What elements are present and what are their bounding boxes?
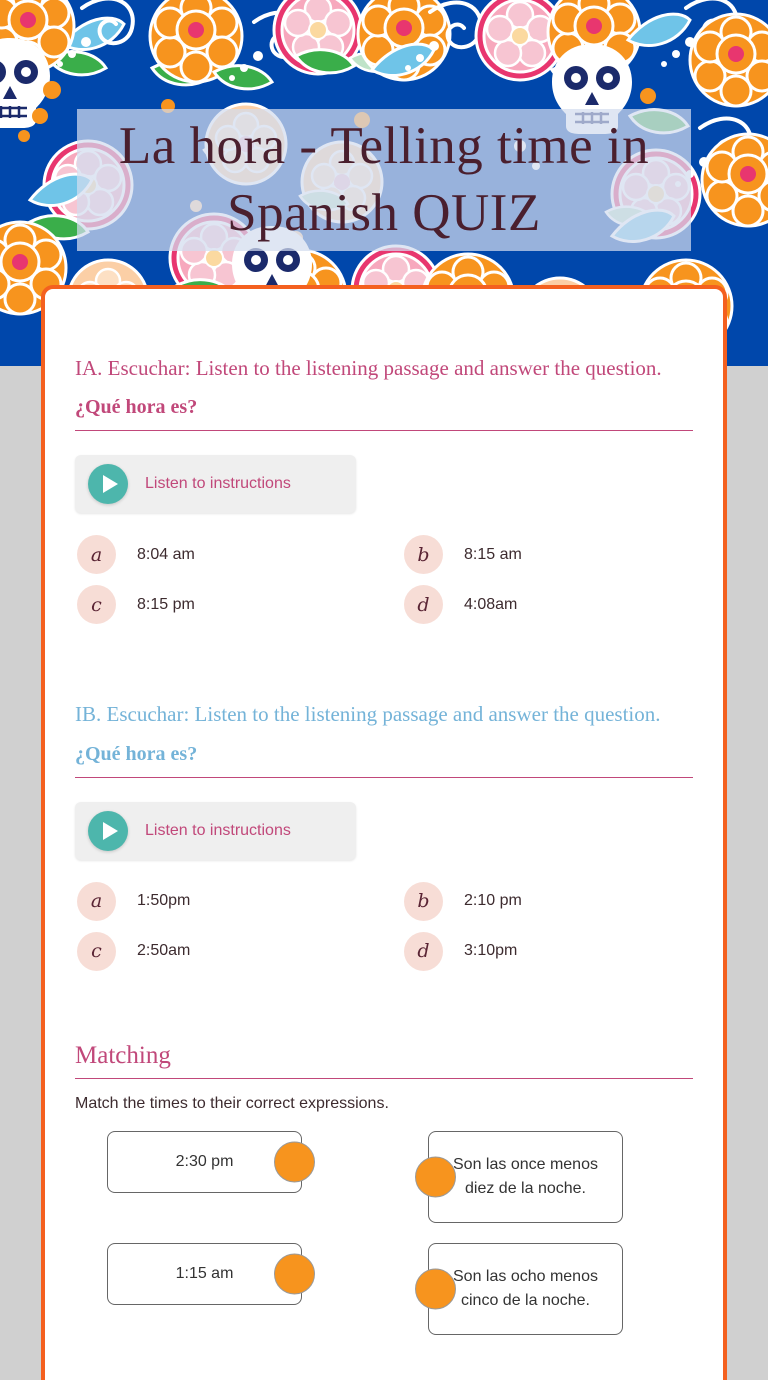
option-text: 8:04 am — [137, 545, 195, 563]
answer-option[interactable]: a 8:04 am — [77, 535, 366, 575]
listen-to-instructions-button-ib[interactable]: Listen to instructions — [75, 801, 356, 860]
option-text: 4:08am — [464, 595, 518, 613]
quiz-page: La hora - Telling time in Spanish QUIZ I… — [0, 0, 768, 1380]
option-text: 8:15 am — [464, 545, 522, 563]
question-block-ib: IB. Escuchar: Listen to the listening pa… — [75, 635, 693, 981]
answer-option[interactable]: d 3:10pm — [404, 931, 693, 971]
option-letter-bubble: b — [404, 535, 443, 575]
divider — [75, 776, 693, 778]
matching-right-item[interactable]: Son las once menos diez de la noche. — [415, 1130, 623, 1223]
answer-options-ia: a 8:04 am b 8:15 am c 8:15 pm d 4:08am — [75, 535, 693, 635]
matching-left-item[interactable]: 2:30 pm — [107, 1130, 315, 1193]
answer-options-ib: a 1:50pm b 2:10 pm c 2:50am d 3:10pm — [75, 881, 693, 982]
option-text: 1:50pm — [137, 892, 191, 910]
listen-button-label: Listen to instructions — [145, 475, 291, 493]
matching-rows: 2:30 pm Son las once menos diez de la no… — [45, 1130, 723, 1335]
match-connector-dot[interactable] — [274, 1253, 315, 1295]
match-connector-dot[interactable] — [415, 1268, 456, 1310]
matching-right-text: Son las once menos diez de la noche. — [428, 1130, 623, 1223]
option-text: 2:10 pm — [464, 892, 522, 910]
play-icon[interactable] — [88, 464, 128, 505]
matching-left-text: 1:15 am — [107, 1242, 302, 1305]
matching-left-text: 2:30 pm — [107, 1130, 302, 1193]
option-letter-bubble: c — [77, 585, 116, 625]
option-letter-bubble: d — [404, 585, 443, 625]
matching-instructions: Match the times to their correct express… — [75, 1094, 389, 1112]
matching-right-text: Son las ocho menos cinco de la noche. — [428, 1242, 623, 1335]
match-connector-dot[interactable] — [274, 1141, 315, 1183]
option-text: 2:50am — [137, 942, 191, 960]
matching-right-item[interactable]: Son las ocho menos cinco de la noche. — [415, 1242, 623, 1335]
page-title: La hora - Telling time in Spanish QUIZ — [118, 117, 650, 242]
question-prompt-ia: IA. Escuchar: Listen to the listening pa… — [75, 356, 662, 380]
divider — [75, 430, 693, 432]
option-letter-bubble: b — [404, 881, 443, 921]
matching-section: Matching Match the times to their correc… — [75, 982, 693, 1113]
question-block-ia: IA. Escuchar: Listen to the listening pa… — [75, 289, 693, 635]
question-prompt-ib: IB. Escuchar: Listen to the listening pa… — [75, 702, 661, 727]
option-text: 8:15 pm — [137, 595, 195, 613]
answer-option[interactable]: c 8:15 pm — [77, 585, 366, 625]
answer-option[interactable]: b 2:10 pm — [404, 881, 693, 921]
answer-option[interactable]: d 4:08am — [404, 585, 693, 625]
answer-option[interactable]: a 1:50pm — [77, 881, 366, 921]
quiz-title-band: La hora - Telling time in Spanish QUIZ — [77, 109, 691, 251]
option-letter-bubble: a — [77, 535, 116, 575]
answer-option[interactable]: c 2:50am — [77, 931, 366, 971]
question-subprompt-ib: ¿Qué hora es? — [75, 742, 198, 765]
section-heading-matching: Matching — [75, 1041, 171, 1069]
option-letter-bubble: d — [404, 931, 443, 971]
match-connector-dot[interactable] — [415, 1156, 456, 1198]
listen-to-instructions-button-ia[interactable]: Listen to instructions — [75, 455, 356, 514]
quiz-card: IA. Escuchar: Listen to the listening pa… — [41, 285, 727, 1380]
option-letter-bubble: c — [77, 931, 116, 971]
matching-row: 2:30 pm Son las once menos diez de la no… — [45, 1130, 723, 1223]
option-letter-bubble: a — [77, 881, 116, 921]
play-icon[interactable] — [88, 810, 128, 851]
matching-row: 1:15 am Son las ocho menos cinco de la n… — [45, 1242, 723, 1335]
matching-left-item[interactable]: 1:15 am — [107, 1242, 315, 1305]
answer-option[interactable]: b 8:15 am — [404, 535, 693, 575]
divider — [75, 1077, 693, 1079]
listen-button-label: Listen to instructions — [145, 821, 291, 839]
option-text: 3:10pm — [464, 942, 518, 960]
question-subprompt-ia: ¿Qué hora es? — [75, 396, 198, 419]
